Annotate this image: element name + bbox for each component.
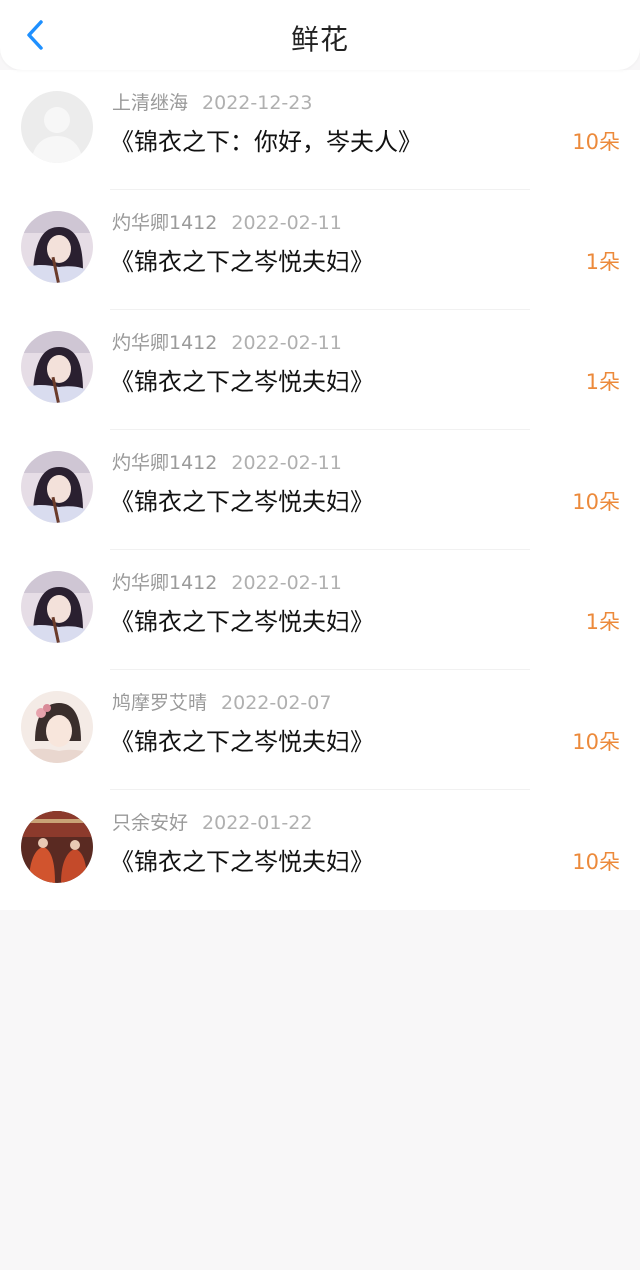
username[interactable]: 上清继海 — [112, 92, 188, 114]
date: 2022-02-11 — [231, 452, 342, 474]
flower-count: 1朵 — [585, 250, 620, 274]
girl-photo-avatar-icon — [21, 331, 93, 403]
meta-line: 鸠摩罗艾晴 2022-02-07 — [112, 688, 331, 715]
meta-line: 灼华卿1412 2022-02-11 — [112, 568, 342, 595]
date: 2022-12-23 — [202, 92, 313, 114]
book-title[interactable]: 《锦衣之下：你好，岑夫人》 — [110, 122, 422, 157]
flower-count: 10朵 — [572, 730, 620, 754]
avatar[interactable] — [21, 451, 93, 523]
flower-record-list: 上清继海 2022-12-23 《锦衣之下：你好，岑夫人》 10朵 灼华卿1412… — [0, 70, 640, 910]
date: 2022-01-22 — [202, 812, 313, 834]
list-item[interactable]: 灼华卿1412 2022-02-11 《锦衣之下之岑悦夫妇》 1朵 — [0, 190, 640, 310]
avatar[interactable] — [21, 811, 93, 883]
painted-lady-avatar-icon — [21, 691, 93, 763]
girl-photo-avatar-icon — [21, 451, 93, 523]
book-title[interactable]: 《锦衣之下之岑悦夫妇》 — [110, 722, 374, 757]
date: 2022-02-07 — [221, 692, 332, 714]
username[interactable]: 灼华卿1412 — [112, 332, 217, 354]
username[interactable]: 灼华卿1412 — [112, 212, 217, 234]
top-bar: 鲜花 — [0, 0, 640, 70]
meta-line: 灼华卿1412 2022-02-11 — [112, 448, 342, 475]
book-title[interactable]: 《锦衣之下之岑悦夫妇》 — [110, 362, 374, 397]
username[interactable]: 鸠摩罗艾晴 — [112, 692, 207, 714]
avatar[interactable] — [21, 91, 93, 163]
book-title[interactable]: 《锦衣之下之岑悦夫妇》 — [110, 242, 374, 277]
book-title[interactable]: 《锦衣之下之岑悦夫妇》 — [110, 842, 374, 877]
flower-count: 10朵 — [572, 130, 620, 154]
meta-line: 灼华卿1412 2022-02-11 — [112, 208, 342, 235]
girl-photo-avatar-icon — [21, 571, 93, 643]
list-item[interactable]: 只余安好 2022-01-22 《锦衣之下之岑悦夫妇》 10朵 — [0, 790, 640, 910]
avatar[interactable] — [21, 211, 93, 283]
list-item[interactable]: 灼华卿1412 2022-02-11 《锦衣之下之岑悦夫妇》 1朵 — [0, 310, 640, 430]
list-item[interactable]: 灼华卿1412 2022-02-11 《锦衣之下之岑悦夫妇》 1朵 — [0, 550, 640, 670]
username[interactable]: 灼华卿1412 — [112, 572, 217, 594]
flower-count: 10朵 — [572, 490, 620, 514]
meta-line: 上清继海 2022-12-23 — [112, 88, 312, 115]
avatar[interactable] — [21, 571, 93, 643]
date: 2022-02-11 — [231, 572, 342, 594]
username[interactable]: 只余安好 — [112, 812, 188, 834]
girl-photo-avatar-icon — [21, 211, 93, 283]
red-robes-avatar-icon — [21, 811, 93, 883]
page-title: 鲜花 — [290, 23, 349, 56]
avatar[interactable] — [21, 331, 93, 403]
flower-count: 10朵 — [572, 850, 620, 874]
book-title[interactable]: 《锦衣之下之岑悦夫妇》 — [110, 602, 374, 637]
meta-line: 只余安好 2022-01-22 — [112, 808, 312, 835]
username[interactable]: 灼华卿1412 — [112, 452, 217, 474]
book-title[interactable]: 《锦衣之下之岑悦夫妇》 — [110, 482, 374, 517]
avatar[interactable] — [21, 691, 93, 763]
meta-line: 灼华卿1412 2022-02-11 — [112, 328, 342, 355]
default-avatar-icon — [21, 91, 93, 163]
list-item[interactable]: 上清继海 2022-12-23 《锦衣之下：你好，岑夫人》 10朵 — [0, 70, 640, 190]
date: 2022-02-11 — [231, 212, 342, 234]
list-item[interactable]: 鸠摩罗艾晴 2022-02-07 《锦衣之下之岑悦夫妇》 10朵 — [0, 670, 640, 790]
flower-count: 1朵 — [585, 610, 620, 634]
flower-count: 1朵 — [585, 370, 620, 394]
list-item[interactable]: 灼华卿1412 2022-02-11 《锦衣之下之岑悦夫妇》 10朵 — [0, 430, 640, 550]
date: 2022-02-11 — [231, 332, 342, 354]
